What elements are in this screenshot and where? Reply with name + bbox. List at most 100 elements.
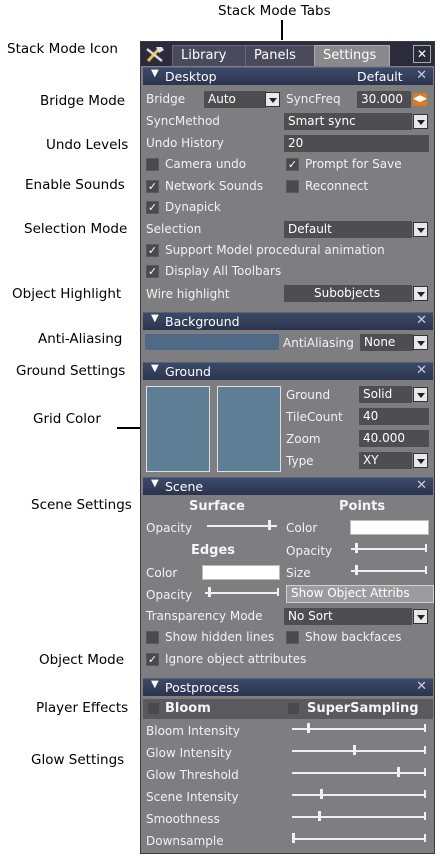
undo-history-label: Undo History xyxy=(146,136,224,150)
glow-intensity-slider[interactable] xyxy=(292,745,426,755)
camera-undo-checkbox[interactable] xyxy=(146,158,159,171)
smoothness-slider[interactable] xyxy=(292,811,426,821)
edges-opacity-slider[interactable] xyxy=(205,587,279,597)
antialiasing-label: AntiAliasing xyxy=(283,336,354,350)
surface-opacity-slider[interactable] xyxy=(207,520,277,530)
desktop-preset[interactable]: Default xyxy=(357,69,403,84)
points-opacity-slider[interactable] xyxy=(351,543,427,553)
antialiasing-select[interactable]: None xyxy=(360,334,413,351)
tab-panels[interactable]: Panels xyxy=(245,45,317,66)
slider-knob[interactable] xyxy=(268,520,271,530)
slider-knob[interactable] xyxy=(318,811,321,821)
reconnect-checkbox[interactable] xyxy=(286,180,299,193)
postprocess-title: Postprocess xyxy=(165,680,240,695)
scene-section-header[interactable]: ▼ Scene ✕ xyxy=(143,477,433,495)
zoom-input[interactable]: 40.000 xyxy=(359,430,429,447)
supersampling-label: SuperSampling xyxy=(307,701,419,716)
network-sounds-label: Network Sounds xyxy=(165,179,263,193)
annotation-tick xyxy=(281,20,283,40)
annotation-enable-sounds: Enable Sounds xyxy=(25,177,125,193)
supersampling-checkbox[interactable] xyxy=(287,702,300,715)
display-toolbars-label: Display All Toolbars xyxy=(165,264,282,278)
undo-history-input[interactable]: 20 xyxy=(284,135,429,152)
backfaces-checkbox[interactable] xyxy=(286,631,299,644)
tab-settings[interactable]: Settings xyxy=(314,45,390,66)
close-icon[interactable]: ✕ xyxy=(416,313,427,328)
network-sounds-checkbox[interactable]: ✓ xyxy=(146,180,159,193)
bloom-intensity-slider[interactable] xyxy=(292,723,426,733)
hidden-lines-label: Show hidden lines xyxy=(165,630,275,644)
selection-select[interactable]: Default xyxy=(284,221,412,238)
antialiasing-dropdown-icon[interactable] xyxy=(413,335,428,350)
ground-color-swatch[interactable] xyxy=(217,386,281,472)
ground-dropdown-icon[interactable] xyxy=(413,387,428,402)
points-opacity-label: Opacity xyxy=(286,544,333,558)
scene-intensity-slider[interactable] xyxy=(292,789,426,799)
slider-knob[interactable] xyxy=(208,587,211,597)
backfaces-label: Show backfaces xyxy=(305,630,402,644)
collapse-icon: ▼ xyxy=(151,478,159,489)
close-panel-icon[interactable]: ✕ xyxy=(413,45,431,63)
stack-mode-icon[interactable] xyxy=(144,44,168,64)
slider-knob[interactable] xyxy=(292,833,295,843)
slider-knob[interactable] xyxy=(355,565,358,575)
collapse-icon: ▼ xyxy=(151,68,159,79)
slider-knob[interactable] xyxy=(355,543,358,553)
points-color-swatch[interactable] xyxy=(350,520,429,535)
ground-section-header[interactable]: ▼ Ground ✕ xyxy=(143,362,433,380)
bridge-select[interactable]: Auto xyxy=(204,91,266,108)
show-object-attribs-button[interactable]: Show Object Attribs xyxy=(286,585,434,603)
ignore-attribs-checkbox[interactable]: ✓ xyxy=(146,653,159,666)
reconnect-label: Reconnect xyxy=(305,179,369,193)
type-dropdown-icon[interactable] xyxy=(413,453,428,468)
tab-library[interactable]: Library xyxy=(172,45,248,66)
points-size-slider[interactable] xyxy=(351,565,427,575)
slider-knob[interactable] xyxy=(307,723,310,733)
grid-color-swatch[interactable] xyxy=(146,386,210,472)
syncmethod-select[interactable]: Smart sync xyxy=(284,113,412,130)
collapse-icon: ▼ xyxy=(151,679,159,690)
bloom-label: Bloom xyxy=(165,701,211,716)
desktop-title: Desktop xyxy=(165,69,217,84)
close-icon[interactable]: ✕ xyxy=(416,363,427,378)
downsample-slider[interactable] xyxy=(292,833,426,843)
wire-highlight-select[interactable]: Subobjects xyxy=(284,285,412,302)
close-icon[interactable]: ✕ xyxy=(416,478,427,493)
desktop-section-header[interactable]: ▼ Desktop Default ✕ xyxy=(143,67,433,85)
selection-dropdown-icon[interactable] xyxy=(413,222,428,237)
slider-knob[interactable] xyxy=(353,745,356,755)
transparency-mode-select[interactable]: No Sort xyxy=(284,608,412,625)
transparency-dropdown-icon[interactable] xyxy=(413,609,428,624)
tilecount-input[interactable]: 40 xyxy=(359,408,429,425)
support-model-checkbox[interactable]: ✓ xyxy=(146,244,159,257)
close-icon[interactable]: ✕ xyxy=(416,68,427,83)
glow-threshold-slider[interactable] xyxy=(292,767,426,777)
syncmethod-dropdown-icon[interactable] xyxy=(413,114,428,129)
syncfreq-input[interactable]: 30.000 xyxy=(357,91,411,108)
annotation-glow-settings: Glow Settings xyxy=(31,752,125,768)
syncfreq-label: SyncFreq xyxy=(286,92,341,106)
prompt-save-label: Prompt for Save xyxy=(305,157,402,171)
background-section-header[interactable]: ▼ Background ✕ xyxy=(143,312,433,330)
annotation-selection-mode: Selection Mode xyxy=(24,221,128,237)
ground-select[interactable]: Solid xyxy=(359,386,412,403)
wire-highlight-dropdown-icon[interactable] xyxy=(413,286,428,301)
bloom-checkbox[interactable] xyxy=(147,702,160,715)
stepper-icon[interactable]: ◀▶ xyxy=(413,93,427,106)
background-color-swatch[interactable] xyxy=(145,334,279,350)
glow-intensity-label: Glow Intensity xyxy=(146,746,232,760)
prompt-save-checkbox[interactable]: ✓ xyxy=(286,158,299,171)
bridge-dropdown-icon[interactable] xyxy=(265,92,280,107)
slider-knob[interactable] xyxy=(320,789,323,799)
tilecount-label: TileCount xyxy=(286,410,343,424)
slider-knob[interactable] xyxy=(397,767,400,777)
display-toolbars-checkbox[interactable]: ✓ xyxy=(146,265,159,278)
postprocess-section-header[interactable]: ▼ Postprocess ✕ xyxy=(143,678,433,696)
close-icon[interactable]: ✕ xyxy=(416,679,427,694)
type-select[interactable]: XY xyxy=(359,452,412,469)
ignore-attribs-label: Ignore object attributes xyxy=(165,652,307,666)
hidden-lines-checkbox[interactable] xyxy=(146,631,159,644)
dynapick-checkbox[interactable]: ✓ xyxy=(146,201,159,214)
edges-color-swatch[interactable] xyxy=(202,565,280,580)
scene-title: Scene xyxy=(165,479,204,494)
